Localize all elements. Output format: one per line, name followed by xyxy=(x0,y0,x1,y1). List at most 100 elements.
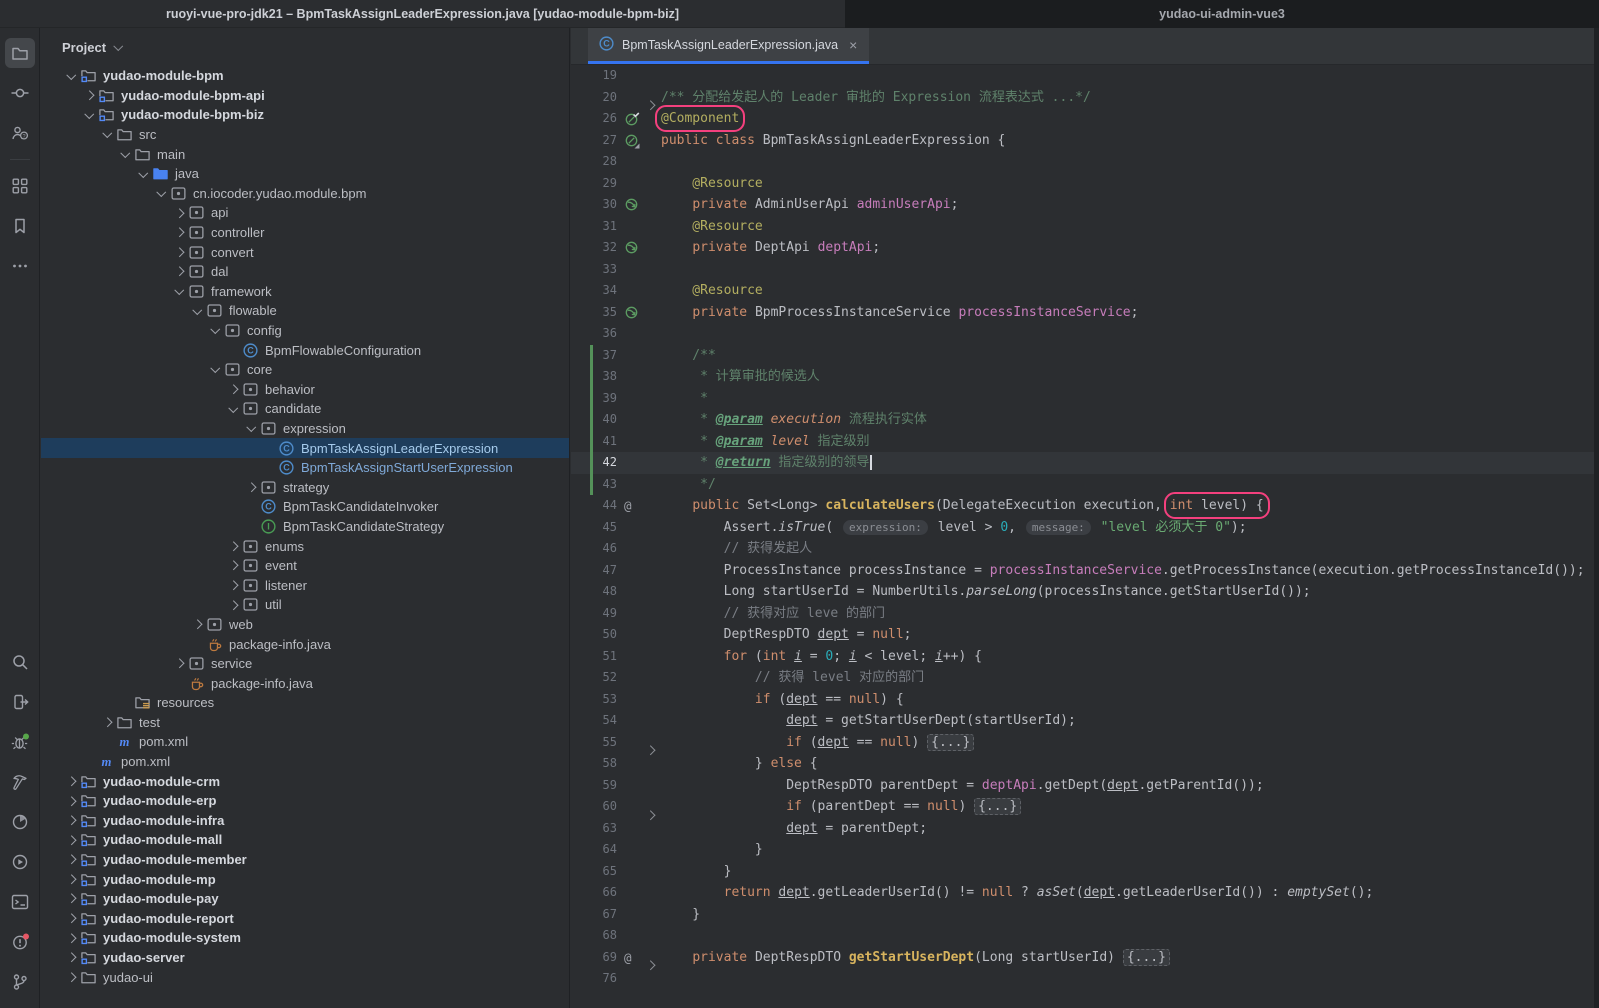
tree-item-expression[interactable]: expression xyxy=(41,419,569,439)
tree-item-util[interactable]: util xyxy=(41,595,569,615)
chevron-down-icon[interactable] xyxy=(192,305,201,314)
code-line-51[interactable]: 51 for (int i = 0; i < level; i++) { xyxy=(571,646,1599,668)
tree-item-config[interactable]: config xyxy=(41,321,569,341)
code-line-76[interactable]: 76 xyxy=(571,968,1599,990)
tree-item-resources[interactable]: resources xyxy=(41,693,569,713)
chevron-right-icon[interactable] xyxy=(66,933,75,942)
folded-code-chip[interactable]: {...} xyxy=(1123,949,1170,966)
tree-item-src[interactable]: src xyxy=(41,125,569,145)
chevron-right-icon[interactable] xyxy=(66,875,75,884)
code-line-45[interactable]: 45 Assert.isTrue( expression: level > 0,… xyxy=(571,517,1599,539)
code-line-43[interactable]: 43 */ xyxy=(571,474,1599,496)
code-line-38[interactable]: 38 * 计算审批的候选人 xyxy=(571,366,1599,388)
search-icon[interactable] xyxy=(5,647,35,677)
chevron-right-icon[interactable] xyxy=(66,953,75,962)
tree-item-yudao-module-crm[interactable]: yudao-module-crm xyxy=(41,771,569,791)
code-line-31[interactable]: 31 @Resource xyxy=(571,216,1599,238)
bookmarks-icon[interactable] xyxy=(5,211,35,241)
tree-item-package-info-java[interactable]: package-info.java xyxy=(41,673,569,693)
code-line-37[interactable]: 37 /** xyxy=(571,345,1599,367)
chevron-down-icon[interactable] xyxy=(138,168,147,177)
commit-icon[interactable] xyxy=(5,78,35,108)
code-editor[interactable]: 1920/** 分配给发起人的 Leader 审批的 Expression 流程… xyxy=(571,65,1599,1008)
chevron-right-icon[interactable] xyxy=(66,777,75,786)
annotation-gutter-icon[interactable]: @ xyxy=(624,495,632,517)
tree-item-yudao-module-bpm[interactable]: yudao-module-bpm xyxy=(41,66,569,86)
chevron-right-icon[interactable] xyxy=(66,796,75,805)
tree-item-pom-xml[interactable]: mpom.xml xyxy=(41,732,569,752)
tree-item-java[interactable]: java xyxy=(41,164,569,184)
chevron-right-icon[interactable] xyxy=(228,385,237,394)
tree-item-yudao-module-mall[interactable]: yudao-module-mall xyxy=(41,830,569,850)
chevron-right-icon[interactable] xyxy=(102,718,111,727)
tree-item-yudao-module-pay[interactable]: yudao-module-pay xyxy=(41,889,569,909)
code-line-35[interactable]: 35 private BpmProcessInstanceService pro… xyxy=(571,302,1599,324)
profiler-icon[interactable] xyxy=(5,807,35,837)
folded-code-chip[interactable]: {...} xyxy=(927,734,974,751)
code-line-32[interactable]: 32 private DeptApi deptApi; xyxy=(571,237,1599,259)
tree-item-bpmflowableconfiguration[interactable]: CBpmFlowableConfiguration xyxy=(41,340,569,360)
chevron-down-icon[interactable] xyxy=(210,325,219,334)
project-panel-header[interactable]: Project xyxy=(41,28,569,66)
tree-item-candidate[interactable]: candidate xyxy=(41,399,569,419)
chevron-down-icon[interactable] xyxy=(120,148,129,157)
chevron-right-icon[interactable] xyxy=(246,483,255,492)
tree-item-main[interactable]: main xyxy=(41,144,569,164)
tree-item-yudao-module-bpm-api[interactable]: yudao-module-bpm-api xyxy=(41,86,569,106)
tree-item-cn-iocoder-yudao-module-bpm[interactable]: cn.iocoder.yudao.module.bpm xyxy=(41,184,569,204)
code-line-59[interactable]: 59 DeptRespDTO parentDept = deptApi.getD… xyxy=(571,775,1599,797)
tree-item-framework[interactable]: framework xyxy=(41,282,569,302)
code-line-64[interactable]: 64 } xyxy=(571,839,1599,861)
tree-item-controller[interactable]: controller xyxy=(41,223,569,243)
tree-item-bpmtaskcandidateinvoker[interactable]: CBpmTaskCandidateInvoker xyxy=(41,497,569,517)
chevron-down-icon[interactable] xyxy=(66,70,75,79)
more-tool-windows-icon[interactable] xyxy=(5,251,35,281)
annotation-gutter-icon[interactable]: @ xyxy=(624,947,632,969)
code-line-44[interactable]: 44@ public Set<Long> calculateUsers(Dele… xyxy=(571,495,1599,517)
chevron-down-icon[interactable] xyxy=(174,285,183,294)
code-line-40[interactable]: 40 * @param execution 流程执行实体 xyxy=(571,409,1599,431)
code-line-19[interactable]: 19 xyxy=(571,65,1599,87)
code-line-52[interactable]: 52 // 获得 level 对应的部门 xyxy=(571,667,1599,689)
tree-item-package-info-java[interactable]: package-info.java xyxy=(41,634,569,654)
chevron-right-icon[interactable] xyxy=(66,855,75,864)
tree-item-service[interactable]: service xyxy=(41,654,569,674)
code-line-34[interactable]: 34 @Resource xyxy=(571,280,1599,302)
code-line-60[interactable]: 60 if (parentDept == null) {...} xyxy=(571,796,1599,818)
tree-item-core[interactable]: core xyxy=(41,360,569,380)
terminal-icon[interactable] xyxy=(5,887,35,917)
code-line-65[interactable]: 65 } xyxy=(571,861,1599,883)
code-line-48[interactable]: 48 Long startUserId = NumberUtils.parseL… xyxy=(571,581,1599,603)
code-line-28[interactable]: 28 xyxy=(571,151,1599,173)
chevron-right-icon[interactable] xyxy=(228,541,237,550)
code-line-63[interactable]: 63 dept = parentDept; xyxy=(571,818,1599,840)
version-control-icon[interactable] xyxy=(5,967,35,997)
run-widget-icon[interactable] xyxy=(5,687,35,717)
chevron-right-icon[interactable] xyxy=(66,914,75,923)
chevron-down-icon[interactable] xyxy=(156,187,165,196)
code-line-69[interactable]: 69@ private DeptRespDTO getStartUserDept… xyxy=(571,947,1599,969)
tree-item-bpmtaskassignleaderexpression[interactable]: CBpmTaskAssignLeaderExpression xyxy=(41,438,569,458)
chevron-right-icon[interactable] xyxy=(192,620,201,629)
code-line-33[interactable]: 33 xyxy=(571,259,1599,281)
code-line-67[interactable]: 67 } xyxy=(571,904,1599,926)
problems-icon[interactable] xyxy=(5,927,35,957)
tree-item-dal[interactable]: dal xyxy=(41,262,569,282)
code-line-41[interactable]: 41 * @param level 指定级别 xyxy=(571,431,1599,453)
tab-bpm-task-assign-leader-expression[interactable]: C BpmTaskAssignLeaderExpression.java × xyxy=(588,28,869,64)
tree-item-listener[interactable]: listener xyxy=(41,575,569,595)
chevron-right-icon[interactable] xyxy=(174,267,183,276)
code-line-53[interactable]: 53 if (dept == null) { xyxy=(571,689,1599,711)
code-line-29[interactable]: 29 @Resource xyxy=(571,173,1599,195)
tree-item-convert[interactable]: convert xyxy=(41,242,569,262)
code-line-20[interactable]: 20/** 分配给发起人的 Leader 审批的 Expression 流程表达… xyxy=(571,87,1599,109)
pull-requests-icon[interactable]: ? xyxy=(5,118,35,148)
code-line-36[interactable]: 36 xyxy=(571,323,1599,345)
chevron-right-icon[interactable] xyxy=(66,835,75,844)
code-line-39[interactable]: 39 * xyxy=(571,388,1599,410)
debug-icon[interactable] xyxy=(5,727,35,757)
chevron-down-icon[interactable] xyxy=(102,129,111,138)
tree-item-api[interactable]: api xyxy=(41,203,569,223)
tree-item-yudao-module-report[interactable]: yudao-module-report xyxy=(41,909,569,929)
tree-item-bpmtaskassignstartuserexpression[interactable]: CBpmTaskAssignStartUserExpression xyxy=(41,458,569,478)
